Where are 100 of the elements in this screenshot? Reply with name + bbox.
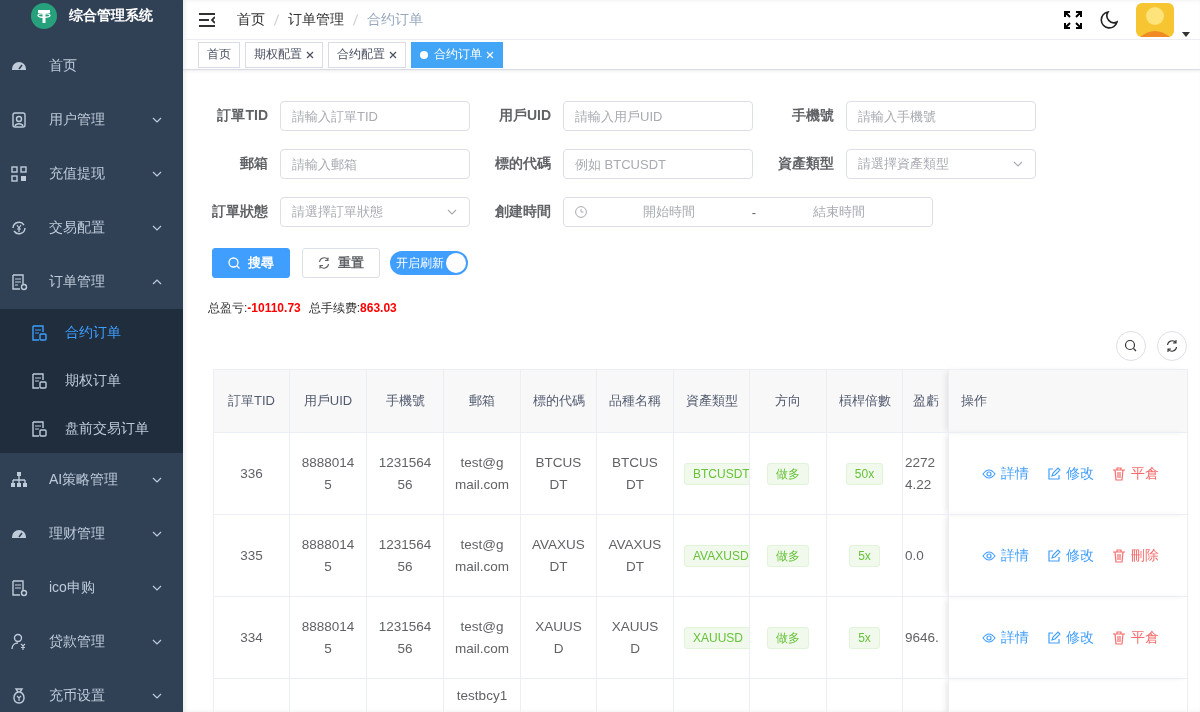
column-header: 資產類型 <box>673 369 750 433</box>
date-range-field[interactable]: 開始時間 - 結束時間 <box>563 197 933 227</box>
sidebar-item[interactable]: ico申购 <box>0 561 183 615</box>
input-field[interactable]: 請輸入訂單TID <box>280 101 470 131</box>
sidebar-item[interactable]: AI策略管理 <box>0 453 183 507</box>
column-header: 槓桿倍數 <box>826 369 903 433</box>
refresh-icon <box>318 257 330 269</box>
person-yen-icon <box>10 633 28 651</box>
trash-icon <box>1112 630 1126 645</box>
summary-text: 总盈亏:-10110.73 <box>208 300 301 317</box>
column-header: 郵箱 <box>443 369 521 433</box>
input-field[interactable]: 請輸入用戶UID <box>563 101 753 131</box>
sidebar-item[interactable]: 交易配置 <box>0 201 183 255</box>
table-cell: 88880145 <box>289 432 367 515</box>
field-label: 訂單TID <box>216 107 268 125</box>
document-icon <box>30 324 48 342</box>
field-label: 用戶UID <box>497 107 551 125</box>
document-icon <box>10 579 28 597</box>
document-icon <box>30 372 48 390</box>
field-label: 手機號 <box>791 107 834 125</box>
sidebar-item[interactable]: 订单管理 <box>0 255 183 309</box>
table-cell: 88880145 <box>289 514 367 597</box>
field-label: 資產類型 <box>777 155 834 173</box>
sidebar-item[interactable]: 充币设置 <box>0 669 183 712</box>
table-cell: 22724.22 <box>902 432 949 515</box>
caret-icon[interactable] <box>1182 31 1190 37</box>
document-gear-icon <box>10 273 28 291</box>
active-dot <box>420 50 428 59</box>
column-header: 操作 <box>948 369 1188 433</box>
tag: 50x <box>845 462 884 485</box>
table-cell: AVAXUSDT <box>596 514 674 597</box>
tag: AVAXUSD <box>684 544 749 567</box>
logo-icon <box>30 3 57 29</box>
tab[interactable]: 合约配置 <box>328 41 406 68</box>
close-icon[interactable] <box>306 50 314 59</box>
tag: XAUUSD <box>684 626 749 649</box>
fullscreen-icon[interactable] <box>1064 10 1082 29</box>
menu-icon[interactable] <box>199 12 215 27</box>
sidebar-item[interactable]: 首页 <box>0 39 183 93</box>
tag: 做多 <box>767 626 809 649</box>
summary-text: 总手续费:863.03 <box>308 300 397 317</box>
search-icon[interactable] <box>1116 331 1146 361</box>
table-cell: 88880145 <box>289 596 367 679</box>
field-label: 創建時間 <box>494 203 551 221</box>
edit-icon <box>1047 466 1061 481</box>
breadcrumb-separator <box>274 13 279 26</box>
table-cell: test@gmail.com <box>443 514 521 597</box>
edit-icon <box>1047 548 1061 563</box>
eye-icon <box>982 548 996 563</box>
table-cell: BTCUSDT <box>596 432 674 515</box>
sidebar-item[interactable]: 用户管理 <box>0 93 183 147</box>
app-title: 综合管理系统 <box>68 7 153 25</box>
table-cell: AVAXUSDT <box>520 514 597 597</box>
tag: 5x <box>849 626 880 649</box>
tag: 做多 <box>767 544 809 567</box>
sidebar-item[interactable]: 理财管理 <box>0 507 183 561</box>
tab[interactable]: 首页 <box>198 41 240 68</box>
eye-icon <box>982 466 996 481</box>
money-bag-icon <box>10 687 28 705</box>
submenu-item[interactable]: 盘前交易订单 <box>0 405 183 453</box>
input-field[interactable]: 例如 BTCUSDT <box>563 149 753 179</box>
column-header: 手機號 <box>366 369 444 433</box>
tag: 做多 <box>767 462 809 485</box>
yen-exchange-icon <box>10 219 28 237</box>
tag: BTCUSDT <box>684 462 749 485</box>
table-cell: XAUUSD <box>596 596 674 679</box>
clock-icon <box>575 206 587 218</box>
breadcrumb-item[interactable]: 订单管理 <box>288 10 344 29</box>
moon-icon[interactable] <box>1100 10 1118 29</box>
column-header: 用戶UID <box>289 369 367 433</box>
refresh-icon[interactable] <box>1157 331 1187 361</box>
user-icon <box>10 111 28 129</box>
qr-code-icon <box>10 165 28 183</box>
table-cell: BTCUSDT <box>520 432 597 515</box>
close-icon[interactable] <box>389 50 397 59</box>
submenu-item[interactable]: 期权订单 <box>0 357 183 405</box>
table-cell: 123156456 <box>366 596 444 679</box>
column-header: 方向 <box>749 369 827 433</box>
tag: 5x <box>849 544 880 567</box>
breadcrumb-item[interactable]: 首页 <box>237 10 265 29</box>
input-field[interactable]: 請輸入手機號 <box>846 101 1036 131</box>
sidebar-item[interactable]: 贷款管理 <box>0 615 183 669</box>
table-cell: 334 <box>213 596 290 679</box>
submenu-item[interactable]: 合约订单 <box>0 309 183 357</box>
column-header: 標的代碼 <box>520 369 597 433</box>
column-header: 訂單TID <box>213 369 290 433</box>
column-header: 盈虧 <box>902 369 949 433</box>
tab[interactable]: 期权配置 <box>245 41 323 68</box>
table-cell: 335 <box>213 514 290 597</box>
table-cell: test@gmail.com <box>443 596 521 679</box>
input-field[interactable]: 請輸入郵箱 <box>280 149 470 179</box>
table-cell: 336 <box>213 432 290 515</box>
table-cell: 9646. <box>902 596 949 679</box>
table-cell: 0.0 <box>902 514 949 597</box>
table-cell: test@gmail.com <box>443 432 521 515</box>
reset-button[interactable]: 重置 <box>302 248 380 278</box>
breadcrumb-separator <box>353 13 358 26</box>
edit-icon <box>1047 630 1061 645</box>
table-cell: 123156456 <box>366 432 444 515</box>
sidebar-item[interactable]: 充值提现 <box>0 147 183 201</box>
